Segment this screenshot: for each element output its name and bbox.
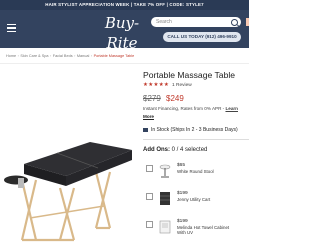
addon-item[interactable]: $199 Melinda Hot Towel Cabinet With UV <box>146 219 249 237</box>
cart-thumbnail <box>160 192 170 205</box>
cart-icon[interactable] <box>246 18 249 26</box>
search-icon[interactable] <box>231 18 238 26</box>
logo-main: Buy-Rite <box>104 14 140 52</box>
addon-price: $199 <box>177 219 188 224</box>
search-placeholder: Search <box>156 19 172 25</box>
addons-label: Add Ons: <box>143 147 170 153</box>
divider <box>0 63 249 64</box>
breadcrumb-home[interactable]: Home <box>6 54 16 58</box>
reviews-link[interactable]: 1 Review <box>172 83 192 88</box>
breadcrumb-manual[interactable]: Manual <box>77 54 89 58</box>
addon-checkbox[interactable] <box>146 165 153 172</box>
sale-price: $249 <box>166 94 184 103</box>
call-us-button[interactable]: CALL US TODAY (912) 496-9910 <box>163 32 241 42</box>
addon-price: $65 <box>177 163 186 168</box>
addon-checkbox[interactable] <box>146 193 153 200</box>
stock-status: In Stock (Ships In 2 - 3 Business Days) <box>143 127 238 133</box>
site-header: Buy-Rite SALON & SPA EQUIPMENT Search CA… <box>0 10 249 57</box>
breadcrumb: Home › Skin Care & Spa › Facial Beds › Manual ›… <box>6 54 135 58</box>
breadcrumb-skin-care[interactable]: Skin Care & Spa <box>20 54 48 58</box>
truck-icon <box>143 127 148 132</box>
addons-heading: Add Ons: 0 / 4 selected <box>143 147 207 153</box>
learn-more-link[interactable]: Learn <box>225 106 238 111</box>
product-title: Portable Massage Table <box>143 70 236 80</box>
breadcrumb-current: Portable Massage Table <box>93 54 135 58</box>
site-logo[interactable]: Buy-Rite SALON & SPA EQUIPMENT <box>92 13 152 57</box>
towel-cabinet-thumbnail <box>159 220 171 234</box>
search-input[interactable]: Search <box>151 17 241 27</box>
addon-name[interactable]: Jenny Utility Cart <box>177 197 210 202</box>
breadcrumb-facial-beds[interactable]: Facial Beds <box>53 54 73 58</box>
addon-item[interactable]: $199 Jenny Utility Cart <box>146 191 249 209</box>
financing-label: Instant Financing, Rates from 0% APR - <box>143 106 226 111</box>
addons-count: 0 / 4 selected <box>171 147 208 153</box>
learn-more-link-continued[interactable]: More <box>143 114 154 119</box>
product-image[interactable] <box>0 68 140 249</box>
stock-text: In Stock (Ships In 2 - 3 Business Days) <box>151 127 238 133</box>
promo-banner[interactable]: HAIR STYLIST APPRECIATION WEEK | TAKE 7%… <box>0 0 249 10</box>
addon-checkbox[interactable] <box>146 221 153 228</box>
original-price: $279 <box>143 94 161 103</box>
rating-stars[interactable]: ★★★★★ <box>143 82 169 88</box>
financing-text: Instant Financing, Rates from 0% APR - L… <box>143 106 238 111</box>
hamburger-menu-icon[interactable] <box>7 24 16 32</box>
addon-name[interactable]: White Round Stool <box>177 169 214 174</box>
addon-item[interactable]: $65 White Round Stool <box>146 163 249 181</box>
divider <box>143 139 249 140</box>
addon-name-line2: With UV <box>177 230 194 235</box>
addon-price: $199 <box>177 191 188 196</box>
stool-thumbnail <box>159 164 171 178</box>
